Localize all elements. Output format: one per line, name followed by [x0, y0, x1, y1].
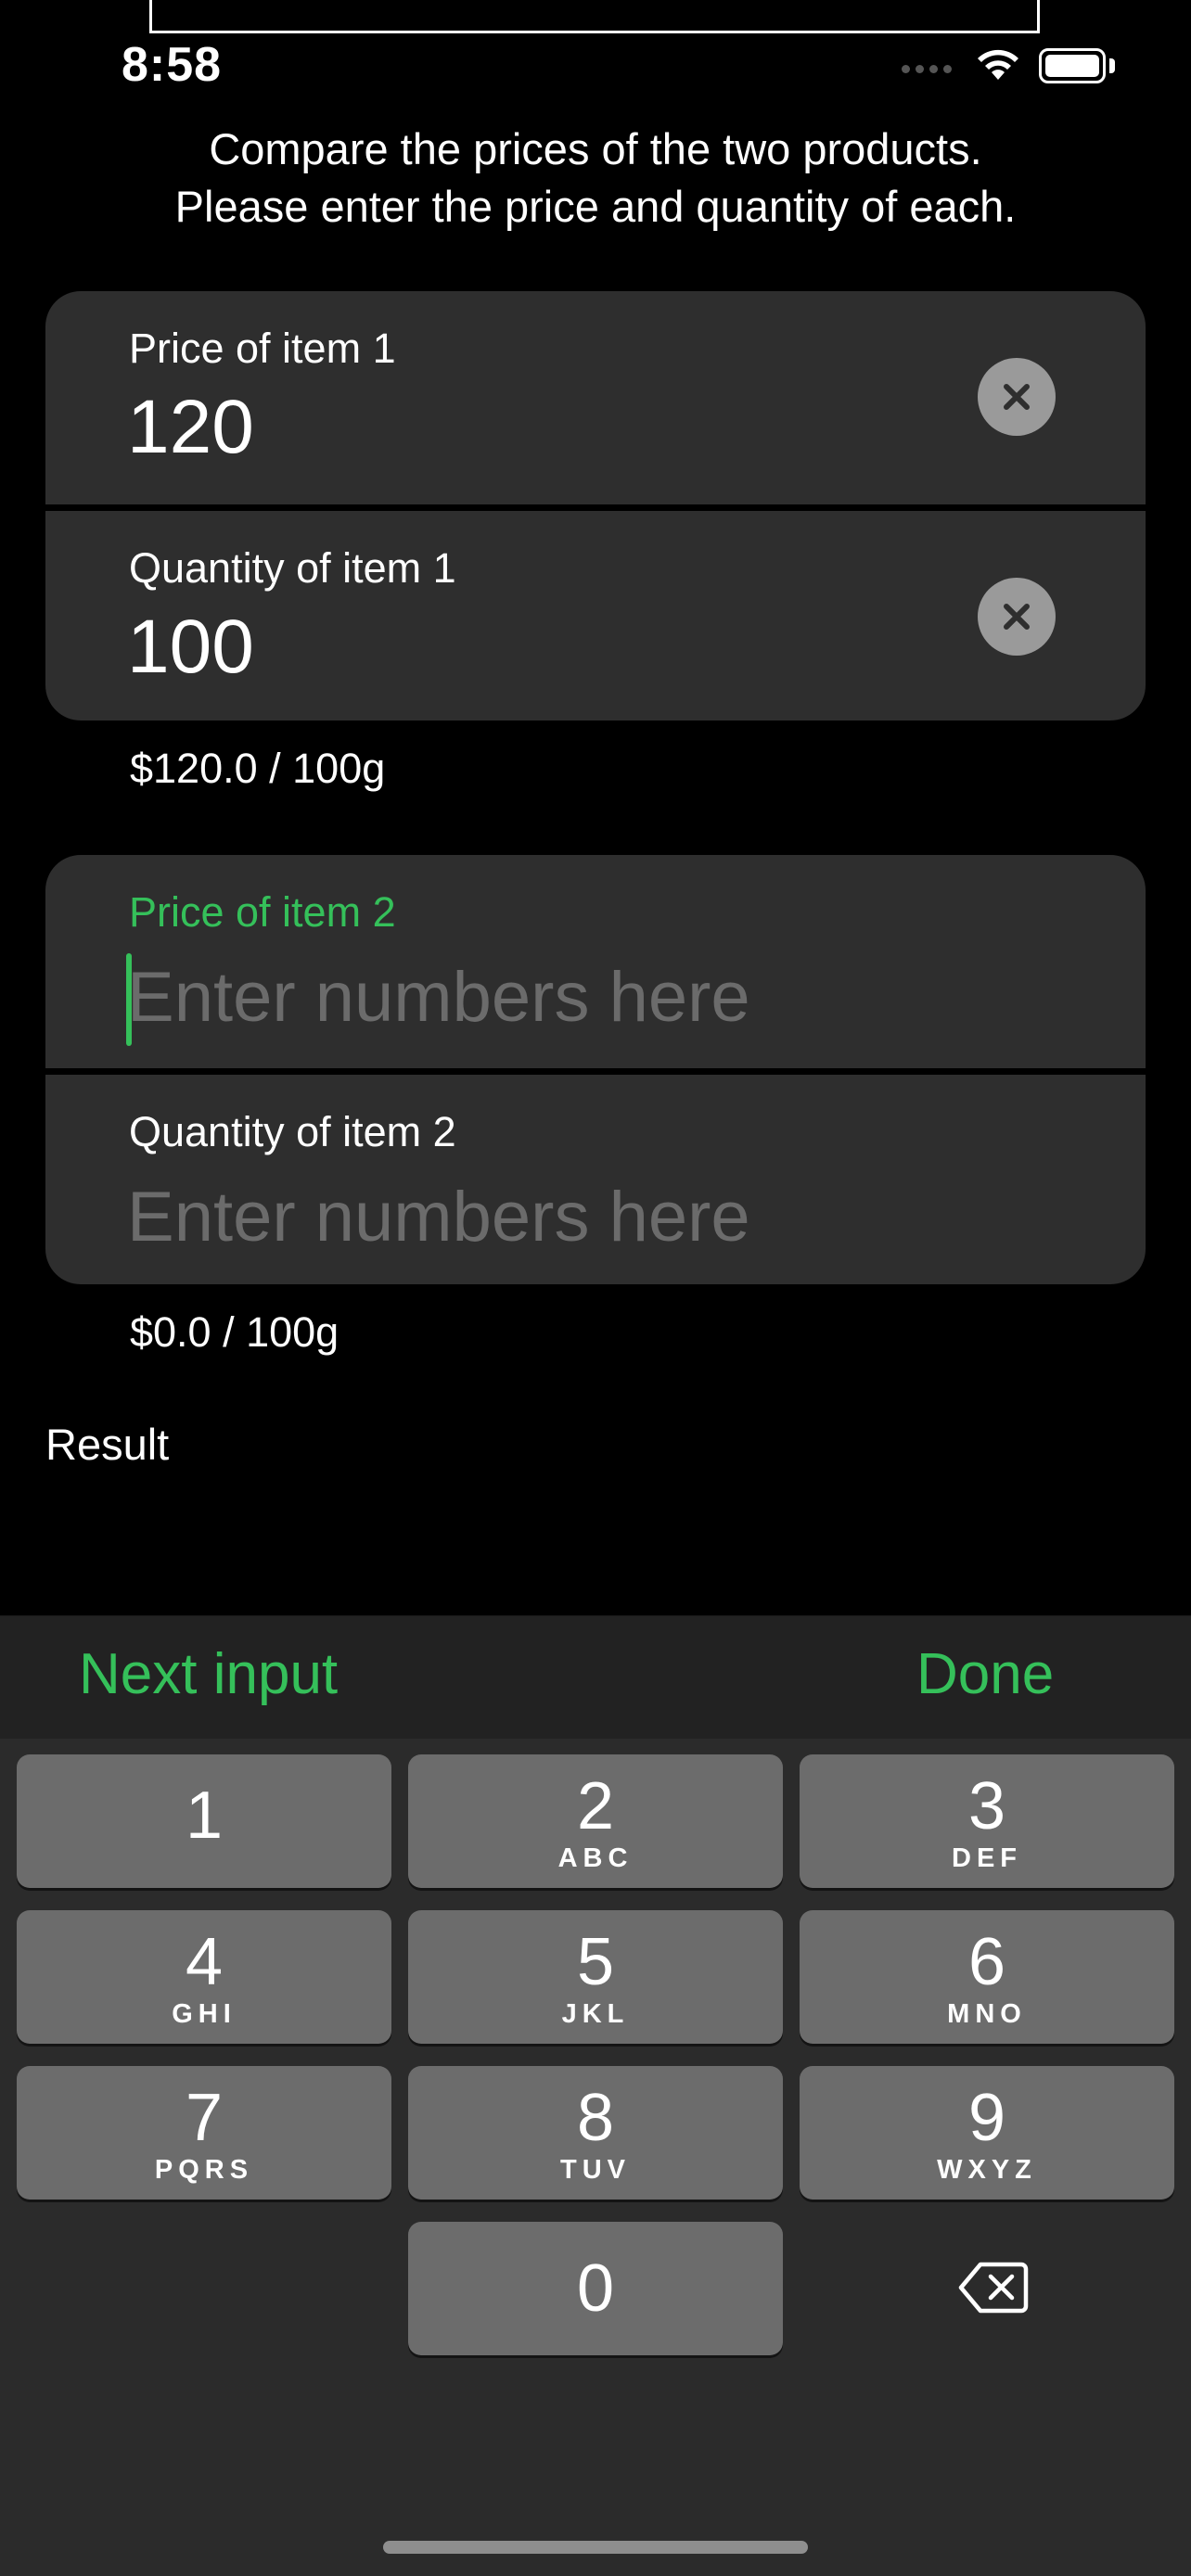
key-0[interactable]: 0	[408, 2222, 783, 2355]
key-letters: MNO	[947, 1999, 1027, 2029]
item1-card: Price of item 1 120 Quantity of item 1 1…	[45, 291, 1146, 721]
delete-key[interactable]	[956, 2255, 1031, 2320]
instructions-line-1: Compare the prices of the two products.	[209, 124, 982, 173]
home-indicator[interactable]	[383, 2541, 808, 2554]
key-digit: 2	[576, 1769, 615, 1843]
key-digit: 9	[967, 2081, 1006, 2155]
item2-price-input[interactable]	[127, 955, 962, 1039]
key-digit: 8	[576, 2081, 615, 2155]
item1-quantity-field[interactable]: Quantity of item 1 100	[45, 504, 1146, 721]
key-3[interactable]: 3 DEF	[800, 1754, 1174, 1888]
key-digit: 0	[576, 2251, 615, 2326]
key-letters: JKL	[561, 1999, 630, 2029]
text-cursor	[126, 953, 132, 1046]
item2-price-label: Price of item 2	[129, 888, 396, 936]
item1-price-label: Price of item 1	[129, 325, 396, 372]
item1-price-field[interactable]: Price of item 1 120	[45, 291, 1146, 504]
key-4[interactable]: 4 GHI	[17, 1910, 391, 2044]
result-label: Result	[45, 1420, 170, 1469]
item2-quantity-field[interactable]: Quantity of item 2	[45, 1068, 1146, 1284]
done-button[interactable]: Done	[916, 1641, 1054, 1707]
next-input-button[interactable]: Next input	[79, 1641, 338, 1707]
cellular-signal-icon	[902, 65, 952, 73]
key-digit: 6	[967, 1925, 1006, 1999]
key-9[interactable]: 9 WXYZ	[800, 2066, 1174, 2200]
key-6[interactable]: 6 MNO	[800, 1910, 1174, 2044]
key-1[interactable]: 1	[17, 1754, 391, 1888]
item2-card: Price of item 2 Quantity of item 2	[45, 855, 1146, 1284]
key-digit: 5	[576, 1925, 615, 1999]
key-digit: 4	[185, 1925, 224, 1999]
battery-icon	[1039, 48, 1106, 83]
item1-unit-price: $120.0 / 100g	[130, 745, 386, 792]
instructions: Compare the prices of the two products. …	[0, 121, 1191, 236]
key-letters: DEF	[952, 1843, 1022, 1873]
wifi-icon	[978, 49, 1018, 80]
clear-icon[interactable]	[978, 578, 1056, 656]
key-letters: GHI	[172, 1999, 237, 2029]
key-letters: WXYZ	[937, 2155, 1037, 2185]
status-time: 8:58	[122, 38, 223, 92]
item2-unit-price: $0.0 / 100g	[130, 1308, 339, 1356]
item1-quantity-value[interactable]: 100	[127, 604, 254, 691]
battery-tip	[1109, 58, 1115, 73]
key-5[interactable]: 5 JKL	[408, 1910, 783, 2044]
key-letters: TUV	[560, 2155, 631, 2185]
item2-price-field[interactable]: Price of item 2	[45, 855, 1146, 1068]
key-7[interactable]: 7 PQRS	[17, 2066, 391, 2200]
dynamic-island-outline	[149, 0, 1040, 33]
item2-quantity-input[interactable]	[127, 1175, 962, 1258]
item1-price-value[interactable]: 120	[127, 384, 254, 471]
item1-quantity-label: Quantity of item 1	[129, 544, 456, 592]
backspace-icon	[958, 2262, 1029, 2314]
item2-quantity-label: Quantity of item 2	[129, 1108, 456, 1155]
key-2[interactable]: 2 ABC	[408, 1754, 783, 1888]
key-letters: PQRS	[154, 2155, 254, 2185]
instructions-line-2: Please enter the price and quantity of e…	[174, 182, 1017, 231]
key-digit: 7	[185, 2081, 224, 2155]
key-8[interactable]: 8 TUV	[408, 2066, 783, 2200]
key-digit: 1	[185, 1779, 224, 1853]
key-letters: ABC	[557, 1843, 634, 1873]
clear-icon[interactable]	[978, 358, 1056, 436]
key-digit: 3	[967, 1769, 1006, 1843]
